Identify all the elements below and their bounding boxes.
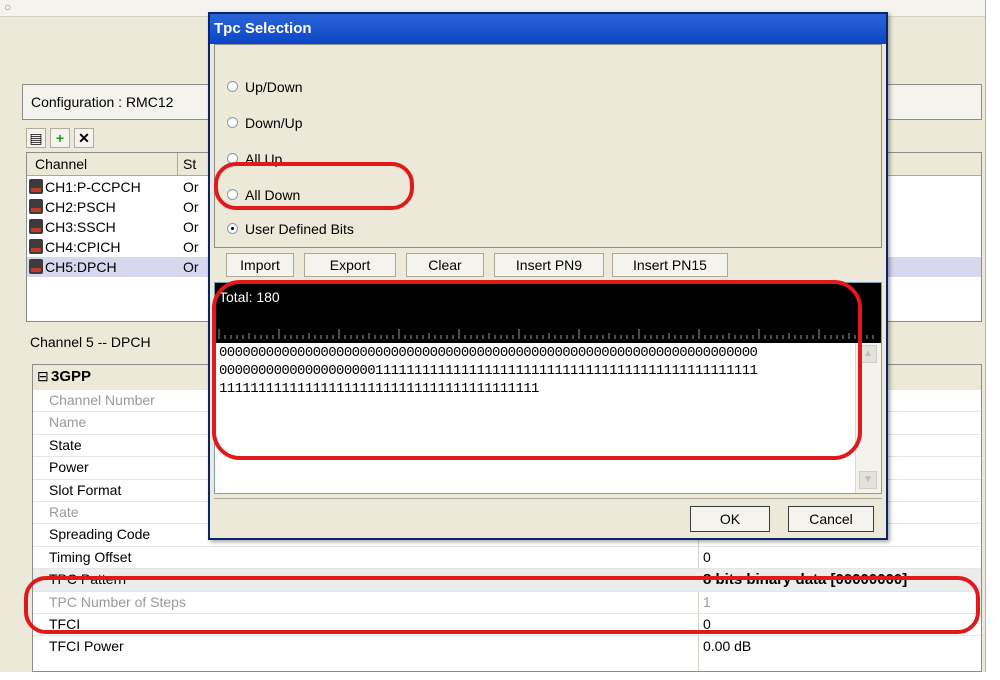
column-header-channel[interactable]: Channel [35, 156, 87, 172]
property-value[interactable]: 0 [703, 616, 711, 632]
scroll-up-icon[interactable]: ▲ [859, 345, 877, 363]
channel-state: Or [183, 239, 199, 255]
tpc-mode-radio-group: Up/Down Down/Up All Up All Down User Def… [214, 44, 882, 248]
property-value[interactable]: 0 [703, 549, 711, 565]
property-name: State [49, 436, 82, 453]
property-row[interactable]: TFCI 0 [33, 613, 981, 636]
property-value[interactable]: 0.00 dB [703, 638, 751, 654]
tpc-selection-dialog: Tpc Selection Up/Down Down/Up All Up All… [208, 12, 888, 540]
channel-name: CH5:DPCH [45, 259, 117, 275]
property-name: Power [49, 459, 89, 476]
property-name: Name [49, 414, 87, 431]
insert-pn9-button[interactable]: Insert PN9 [494, 253, 604, 277]
phy-channel-icon [29, 259, 43, 274]
property-name: TFCI [49, 616, 81, 632]
collapse-icon[interactable]: ⊟ [37, 368, 49, 385]
bits-scrollbar[interactable]: ▲ ▼ [855, 343, 881, 493]
radio-label: Down/Up [245, 115, 303, 131]
radio-label: User Defined Bits [245, 221, 354, 237]
channel-state: Or [183, 199, 199, 215]
property-row[interactable]: Timing Offset 0 [33, 545, 981, 569]
property-name: Channel Number [49, 392, 155, 408]
phy-channel-icon [29, 179, 43, 194]
property-name: Spreading Code [49, 526, 151, 543]
channel-state: Or [183, 259, 199, 275]
channel-section-label: Channel 5 -- DPCH [30, 334, 151, 350]
phy-channel-icon [29, 239, 43, 254]
bit-ruler [218, 329, 874, 339]
channel-state: Or [183, 219, 199, 235]
property-group-title: 3GPP [51, 368, 92, 385]
clear-button[interactable]: Clear [406, 253, 484, 277]
dialog-title: Tpc Selection [214, 20, 312, 37]
dialog-title-bar[interactable]: Tpc Selection [210, 14, 886, 44]
radio-button[interactable] [227, 81, 238, 92]
radio-button[interactable] [227, 189, 238, 200]
property-row[interactable]: TPC Pattern 8 bits binary data [00000000] [33, 568, 981, 592]
radio-button[interactable] [227, 153, 238, 164]
cancel-button[interactable]: Cancel [788, 506, 874, 532]
channel-state: Or [183, 179, 199, 195]
property-name: TPC Pattern [49, 571, 127, 588]
property-value[interactable]: 1 [703, 594, 711, 610]
configuration-label: Configuration : RMC12 [31, 94, 174, 110]
book-icon[interactable]: ▤ [26, 128, 46, 148]
property-row[interactable]: TPC Number of Steps 1 [33, 590, 981, 614]
import-button[interactable]: Import [226, 253, 294, 277]
radio-label: All Down [245, 187, 301, 203]
ok-button[interactable]: OK [690, 506, 770, 532]
phy-channel-icon [29, 199, 43, 214]
add-icon[interactable]: + [50, 128, 70, 148]
channel-name: CH2:PSCH [45, 199, 116, 215]
channel-name: CH1:P-CCPCH [45, 179, 141, 195]
property-name: Timing Offset [49, 548, 132, 565]
bits-line: 1111111111111111111111111111111111111111… [219, 381, 539, 397]
radio-button-selected[interactable] [227, 223, 238, 234]
delete-icon[interactable]: ✕ [74, 128, 94, 148]
bits-header-panel: Total: 180 [215, 283, 881, 343]
property-name: TPC Number of Steps [49, 593, 186, 610]
column-header-state[interactable]: St [183, 156, 196, 172]
property-row[interactable]: TFCI Power 0.00 dB [33, 635, 981, 658]
radio-label: All Up [245, 151, 283, 167]
user-bits-editor[interactable]: Total: 180 00000000000000000000000000000… [214, 282, 882, 494]
property-name: Slot Format [49, 481, 122, 498]
radio-label: Up/Down [245, 79, 303, 95]
channel-name: CH4:CPICH [45, 239, 121, 255]
bits-button-bar: Import Export Clear Insert PN9 Insert PN… [214, 250, 882, 280]
insert-pn15-button[interactable]: Insert PN15 [612, 253, 728, 277]
scroll-down-icon[interactable]: ▼ [859, 471, 877, 489]
channel-name: CH3:SSCH [45, 219, 116, 235]
bits-line: 0000000000000000000011111111111111111111… [219, 363, 758, 379]
export-button[interactable]: Export [304, 253, 396, 277]
phy-channel-icon [29, 219, 43, 234]
property-name: TFCI Power [49, 638, 124, 655]
bits-line: 0000000000000000000000000000000000000000… [219, 345, 758, 361]
app-top-mark: ○ [4, 0, 12, 14]
dialog-footer: OK Cancel [214, 498, 882, 535]
total-bits-label: Total: 180 [219, 289, 280, 305]
property-name: Rate [49, 504, 79, 520]
radio-button[interactable] [227, 117, 238, 128]
property-value[interactable]: 8 bits binary data [00000000] [703, 571, 907, 588]
